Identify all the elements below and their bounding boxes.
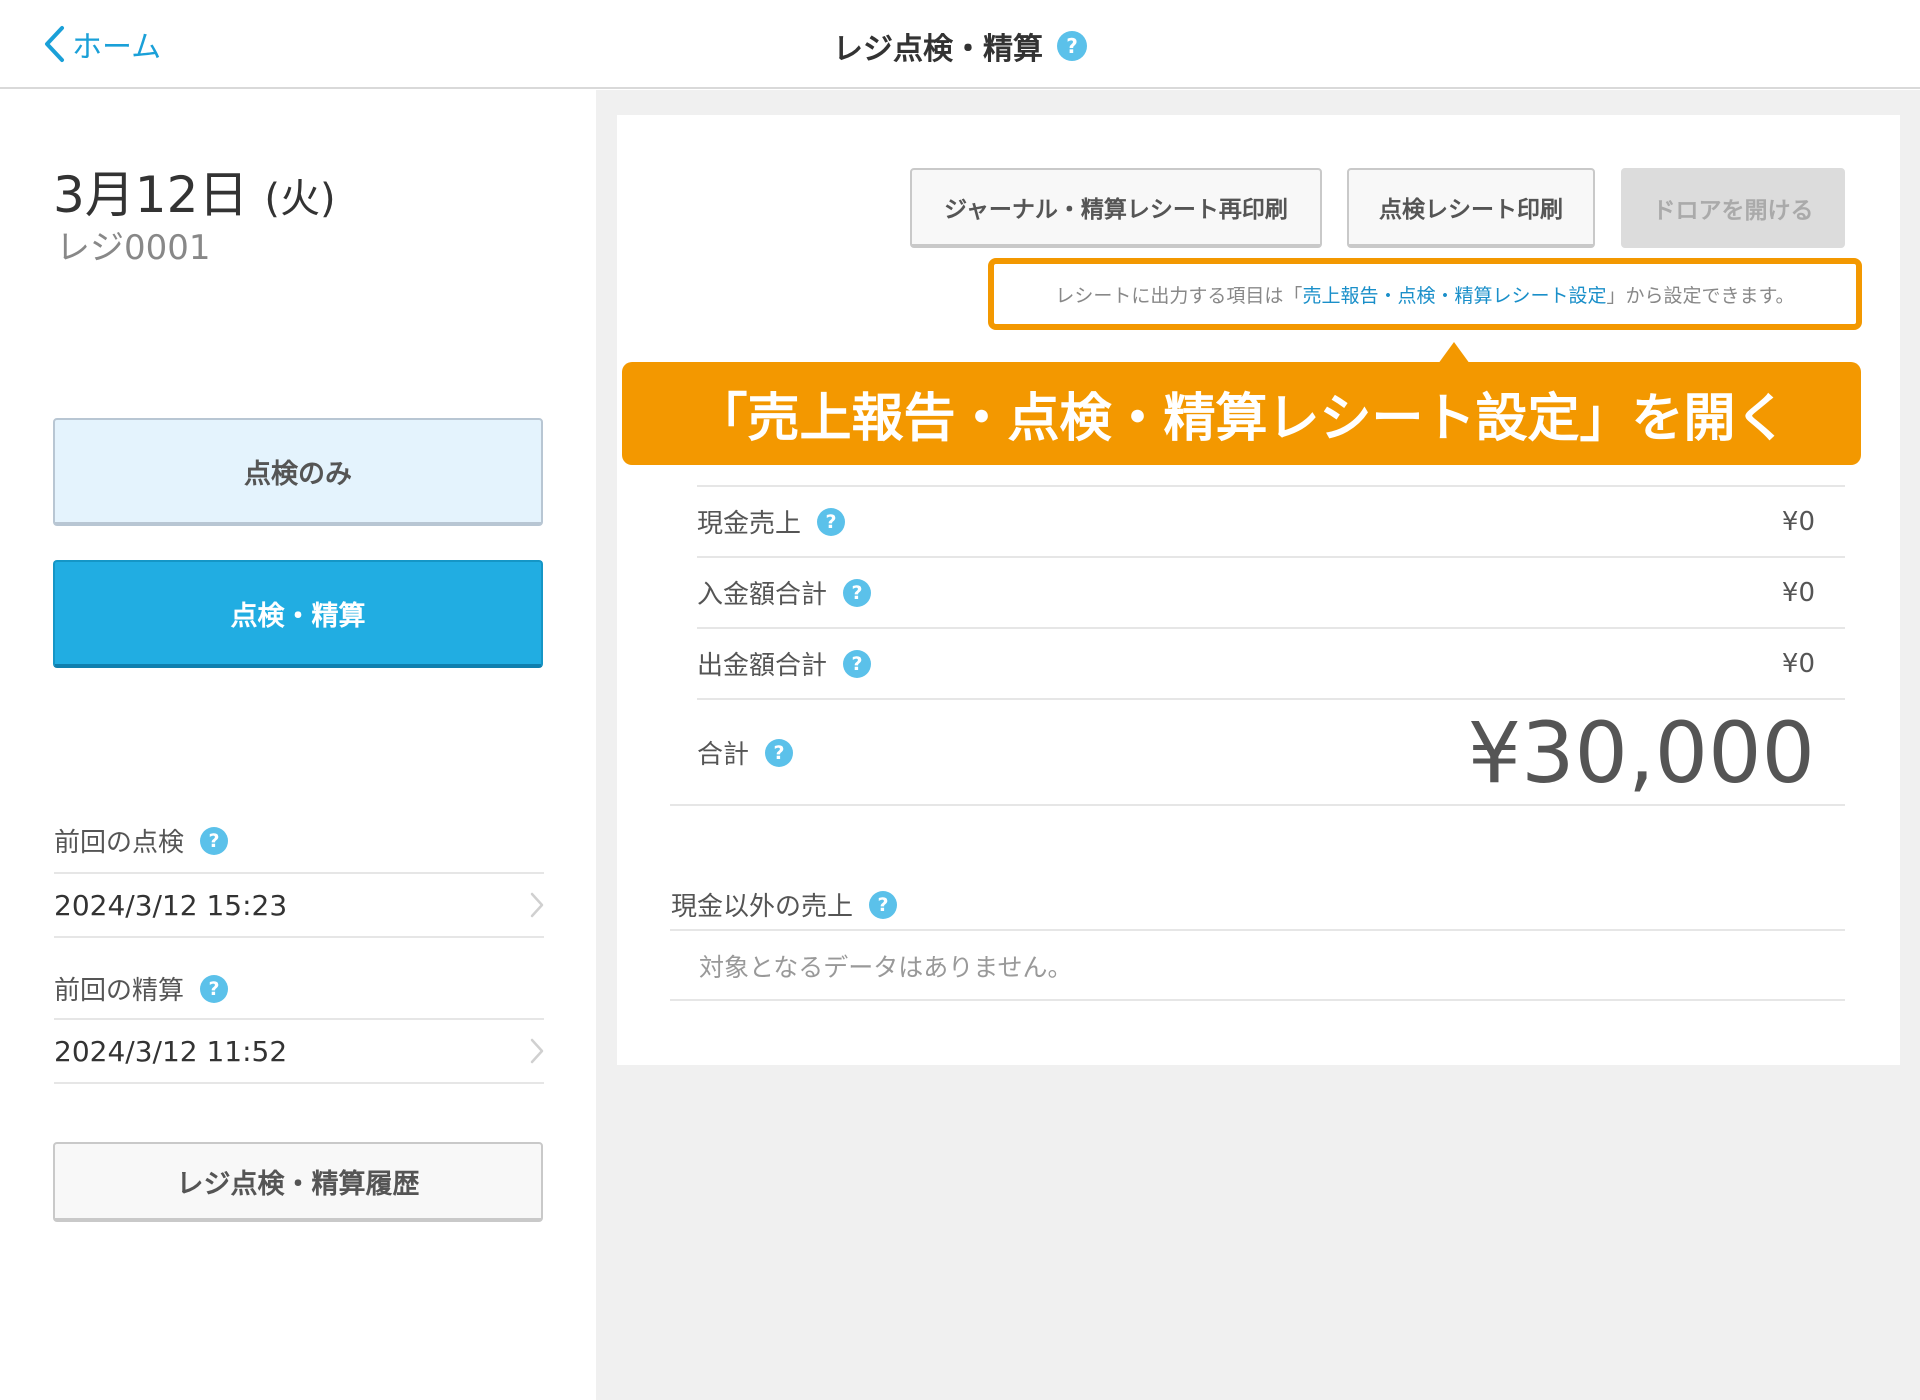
divider — [670, 929, 1845, 931]
last-check-header: 前回の点検 ? — [54, 822, 229, 859]
deposit-total-value: ¥0 — [1781, 577, 1815, 608]
non-cash-sales-label: 現金以外の売上 — [671, 892, 854, 922]
date-weekday: (火) — [264, 176, 336, 222]
note-suffix: 」から設定できます。 — [1606, 284, 1795, 307]
deposit-total-label: 入金額合計 — [697, 580, 828, 610]
page-title: レジ点検・精算 — [833, 32, 1043, 67]
help-icon[interactable]: ? — [869, 890, 898, 919]
left-panel: 3月12日 (火) レジ0001 点検のみ 点検・精算 前回の点検 ? 2024… — [0, 90, 596, 1400]
grand-total-label: 合計 — [697, 740, 750, 770]
last-settle-row[interactable]: 2024/3/12 11:52 — [54, 1018, 544, 1084]
check-only-button[interactable]: 点検のみ — [53, 418, 543, 526]
date-month-day: 3月12日 — [53, 166, 249, 224]
help-icon[interactable]: ? — [200, 826, 229, 855]
grand-total-row: 合計 ? ¥30,000 — [697, 698, 1845, 805]
cash-sales-label: 現金売上 — [697, 509, 802, 539]
divider — [670, 804, 1845, 806]
receipt-settings-note: レシートに出力する項目は「 売上報告・点検・精算レシート設定 」から設定できます。 — [988, 258, 1862, 330]
page-title-container: レジ点検・精算 ? — [0, 24, 1920, 68]
last-settle-label: 前回の精算 — [54, 976, 185, 1006]
non-cash-sales-header: 現金以外の売上 ? — [671, 886, 898, 923]
print-check-receipt-button[interactable]: 点検レシート印刷 — [1347, 168, 1595, 248]
cash-sales-row: 現金売上 ? ¥0 — [697, 485, 1845, 556]
receipt-settings-link[interactable]: 売上報告・点検・精算レシート設定 — [1302, 281, 1606, 308]
help-icon[interactable]: ? — [817, 507, 846, 536]
top-navigation-bar: ホーム レジ点検・精算 ? — [0, 0, 1920, 89]
deposit-total-row: 入金額合計 ? ¥0 — [697, 556, 1845, 627]
divider — [670, 999, 1845, 1001]
last-settle-header: 前回の精算 ? — [54, 970, 229, 1007]
grand-total-value: ¥30,000 — [1467, 703, 1815, 802]
empty-state-message: 対象となるデータはありません。 — [699, 953, 1073, 982]
register-name: レジ0001 — [56, 228, 211, 268]
help-icon[interactable]: ? — [765, 738, 794, 767]
last-check-value: 2024/3/12 15:23 — [54, 888, 288, 922]
withdrawal-total-row: 出金額合計 ? ¥0 — [697, 627, 1845, 698]
withdrawal-total-label: 出金額合計 — [697, 651, 828, 681]
last-check-row[interactable]: 2024/3/12 15:23 — [54, 872, 544, 938]
history-button[interactable]: レジ点検・精算履歴 — [53, 1142, 543, 1222]
help-icon[interactable]: ? — [843, 649, 872, 678]
instruction-callout: 「売上報告・点検・精算レシート設定」を開く — [622, 362, 1861, 465]
current-date: 3月12日 (火) — [53, 155, 336, 227]
help-icon[interactable]: ? — [200, 974, 229, 1003]
check-and-settle-button[interactable]: 点検・精算 — [53, 560, 543, 668]
last-check-label: 前回の点検 — [54, 828, 185, 858]
note-prefix: レシートに出力する項目は「 — [1055, 284, 1303, 307]
last-settle-value: 2024/3/12 11:52 — [54, 1034, 288, 1068]
cash-sales-value: ¥0 — [1781, 506, 1815, 537]
chevron-right-icon — [530, 1038, 544, 1064]
open-drawer-button[interactable]: ドロアを開ける — [1621, 168, 1845, 248]
help-icon[interactable]: ? — [843, 578, 872, 607]
callout-pointer — [1438, 342, 1470, 364]
withdrawal-total-value: ¥0 — [1781, 648, 1815, 679]
chevron-right-icon — [530, 892, 544, 918]
reprint-journal-button[interactable]: ジャーナル・精算レシート再印刷 — [910, 168, 1322, 248]
help-icon[interactable]: ? — [1057, 31, 1087, 61]
